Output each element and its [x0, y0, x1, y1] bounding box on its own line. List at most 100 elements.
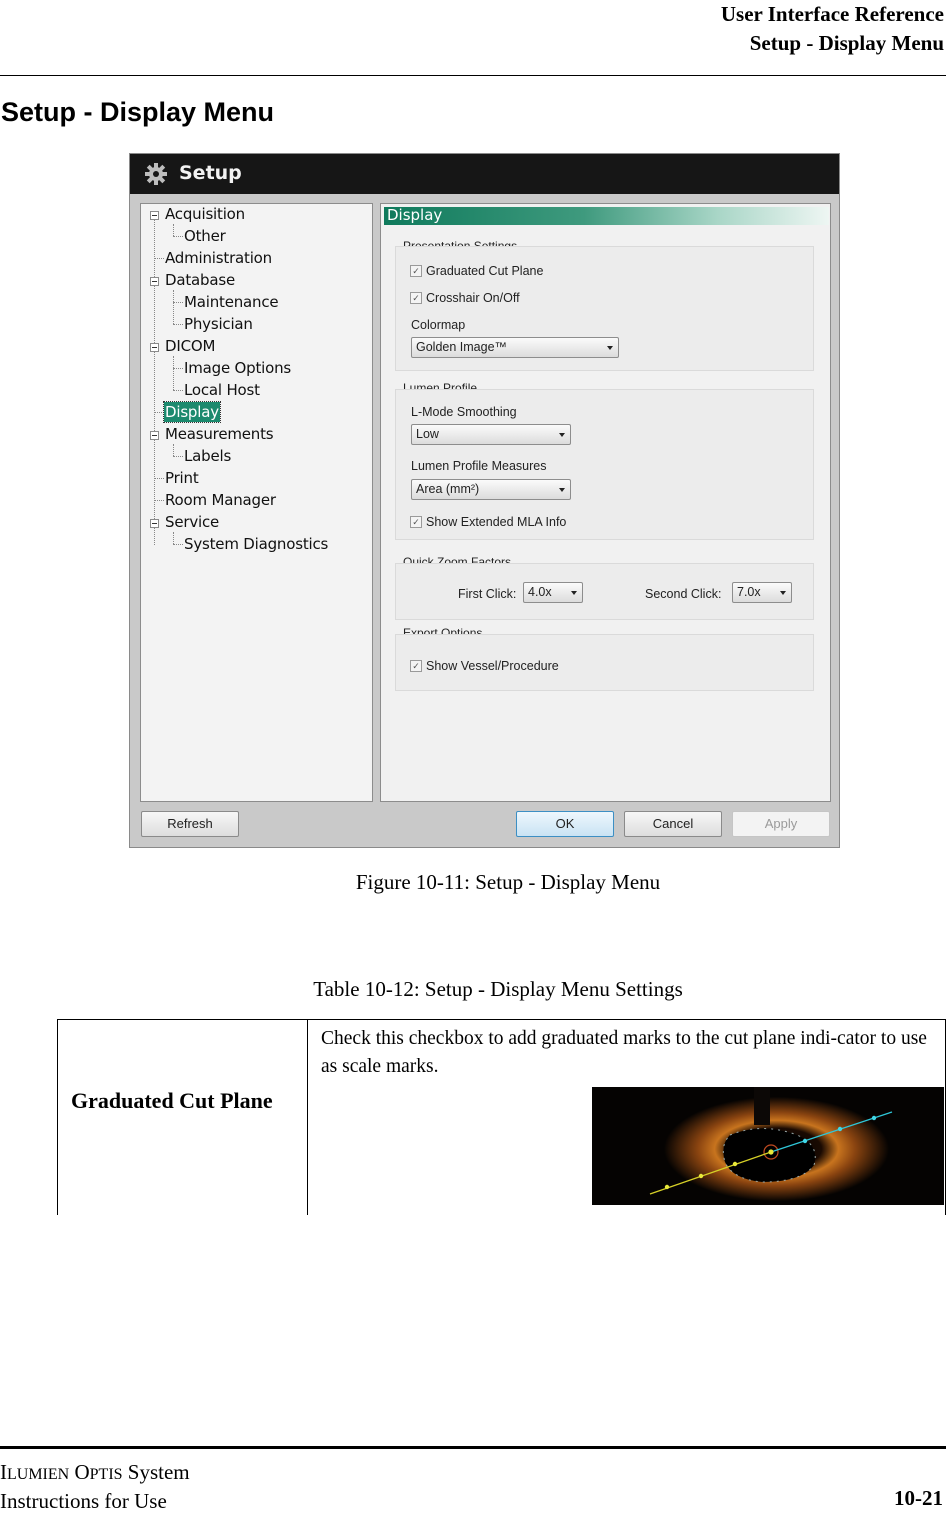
setup-dialog: Setup Acquisition Other Administration D… — [129, 153, 840, 848]
tree-connector — [173, 290, 174, 324]
checkbox-checked-icon[interactable]: ✓ — [410, 516, 422, 528]
chevron-down-icon — [571, 591, 577, 595]
show-vessel-procedure-checkbox[interactable]: ✓ Show Vessel/Procedure — [410, 659, 559, 673]
tree-item-other[interactable]: Other — [184, 226, 226, 246]
tree-item-image-options[interactable]: Image Options — [184, 358, 291, 378]
collapse-icon[interactable] — [150, 519, 159, 528]
table-border — [57, 1019, 946, 1020]
table-row-term: Graduated Cut Plane — [71, 1088, 273, 1113]
tree-item-system-diagnostics[interactable]: System Diagnostics — [184, 534, 328, 554]
running-head-chapter: User Interface Reference — [720, 2, 944, 26]
footer-product-suffix: System — [122, 1460, 190, 1484]
tree-connector — [154, 258, 164, 259]
lumen-profile-measures-label: Lumen Profile Measures — [411, 459, 547, 473]
ok-button[interactable]: OK — [516, 811, 614, 837]
running-head-section: Setup - Display Menu — [749, 31, 944, 55]
footer-product-smallcaps: PTIS — [89, 1466, 123, 1483]
collapse-icon[interactable] — [150, 211, 159, 220]
tree-item-local-host[interactable]: Local Host — [184, 380, 260, 400]
checkbox-checked-icon[interactable]: ✓ — [410, 660, 422, 672]
section-title: Setup - Display Menu — [1, 97, 275, 127]
cancel-button[interactable]: Cancel — [624, 811, 722, 837]
collapse-icon[interactable] — [150, 343, 159, 352]
lumen-profile-measures-select[interactable]: Area (mm²) — [411, 479, 571, 500]
tree-connector — [173, 236, 183, 237]
checkbox-checked-icon[interactable]: ✓ — [410, 292, 422, 304]
lumen-profile-measures-value: Area (mm²) — [416, 482, 480, 496]
tree-item-acquisition[interactable]: Acquisition — [165, 204, 245, 224]
tree-connector — [173, 456, 183, 457]
tree-connector — [154, 412, 164, 413]
footer-product-smallcaps: LUMIEN — [7, 1466, 70, 1483]
tree-connector — [173, 324, 183, 325]
page-number: 10-21 — [894, 1486, 943, 1510]
colormap-label: Colormap — [411, 318, 466, 332]
checkbox-checked-icon[interactable]: ✓ — [410, 265, 422, 277]
l-mode-smoothing-select[interactable]: Low — [411, 424, 571, 445]
second-click-value: 7.0x — [737, 585, 761, 599]
crosshair-checkbox[interactable]: ✓ Crosshair On/Off — [410, 291, 520, 305]
footer-product-name: ILUMIEN OPTIS System — [0, 1459, 190, 1488]
tree-connector — [173, 356, 174, 390]
l-mode-smoothing-label: L-Mode Smoothing — [411, 405, 517, 419]
chevron-down-icon — [559, 433, 565, 437]
panel-header: Display — [384, 206, 829, 225]
running-head: User Interface Reference Setup - Display… — [721, 0, 944, 58]
table-caption: Table 10-12: Setup - Display Menu Settin… — [313, 977, 683, 1001]
collapse-icon[interactable] — [150, 277, 159, 286]
table-row-description: Check this checkbox to add graduated mar… — [321, 1028, 927, 1077]
tree-connector — [173, 390, 183, 391]
graduated-cut-plane-checkbox[interactable]: ✓ Graduated Cut Plane — [410, 264, 543, 278]
apply-button[interactable]: Apply — [732, 811, 830, 837]
refresh-button[interactable]: Refresh — [141, 811, 239, 837]
tree-item-administration[interactable]: Administration — [165, 248, 272, 268]
tree-item-labels[interactable]: Labels — [184, 446, 231, 466]
table-border — [307, 1019, 308, 1215]
show-extended-mla-checkbox[interactable]: ✓ Show Extended MLA Info — [410, 515, 566, 529]
tree-connector — [173, 368, 183, 369]
guidewire-shadow — [754, 1087, 770, 1125]
tree-item-database[interactable]: Database — [165, 270, 235, 290]
l-mode-smoothing-value: Low — [416, 427, 439, 441]
panel-title: Display — [387, 206, 443, 224]
chevron-down-icon — [607, 346, 613, 350]
tree-connector — [154, 220, 155, 545]
tree-connector — [173, 544, 183, 545]
tree-connector — [154, 500, 164, 501]
first-click-value: 4.0x — [528, 585, 552, 599]
tree-item-dicom[interactable]: DICOM — [165, 336, 215, 356]
show-vessel-procedure-label: Show Vessel/Procedure — [426, 659, 559, 673]
tree-connector — [154, 478, 164, 479]
chevron-down-icon — [559, 488, 565, 492]
colormap-select[interactable]: Golden Image™ — [411, 337, 619, 358]
collapse-icon[interactable] — [150, 431, 159, 440]
tree-item-print[interactable]: Print — [165, 468, 199, 488]
colormap-value: Golden Image™ — [416, 340, 508, 354]
first-click-label: First Click: — [458, 587, 517, 601]
header-rule — [0, 75, 946, 76]
settings-table: Graduated Cut Plane Check this checkbox … — [57, 1019, 946, 1215]
footer-product: ILUMIEN OPTIS System Instructions for Us… — [0, 1459, 190, 1515]
tree-item-display[interactable]: Display — [163, 401, 221, 423]
tree-item-service[interactable]: Service — [165, 512, 219, 532]
oct-cross-section-image — [592, 1087, 944, 1205]
footer-product-initial: O — [74, 1460, 90, 1484]
figure-caption: Figure 10-11: Setup - Display Menu — [355, 870, 661, 894]
tree-connector — [173, 532, 174, 544]
footer-rule — [0, 1446, 946, 1449]
tree-item-measurements[interactable]: Measurements — [165, 424, 274, 444]
chevron-down-icon — [780, 591, 786, 595]
crosshair-label: Crosshair On/Off — [426, 291, 520, 305]
tree-item-physician[interactable]: Physician — [184, 314, 253, 334]
settings-tree: Acquisition Other Administration Databas… — [140, 203, 373, 802]
show-extended-mla-label: Show Extended MLA Info — [426, 515, 567, 529]
second-click-select[interactable]: 7.0x — [732, 582, 792, 603]
second-click-label: Second Click: — [645, 587, 722, 601]
graduated-cut-plane-label: Graduated Cut Plane — [426, 264, 544, 278]
dialog-title: Setup — [179, 162, 242, 184]
tree-connector — [173, 444, 174, 456]
tree-item-room-manager[interactable]: Room Manager — [165, 490, 276, 510]
tree-item-maintenance[interactable]: Maintenance — [184, 292, 279, 312]
gear-icon — [145, 163, 167, 185]
first-click-select[interactable]: 4.0x — [523, 582, 583, 603]
